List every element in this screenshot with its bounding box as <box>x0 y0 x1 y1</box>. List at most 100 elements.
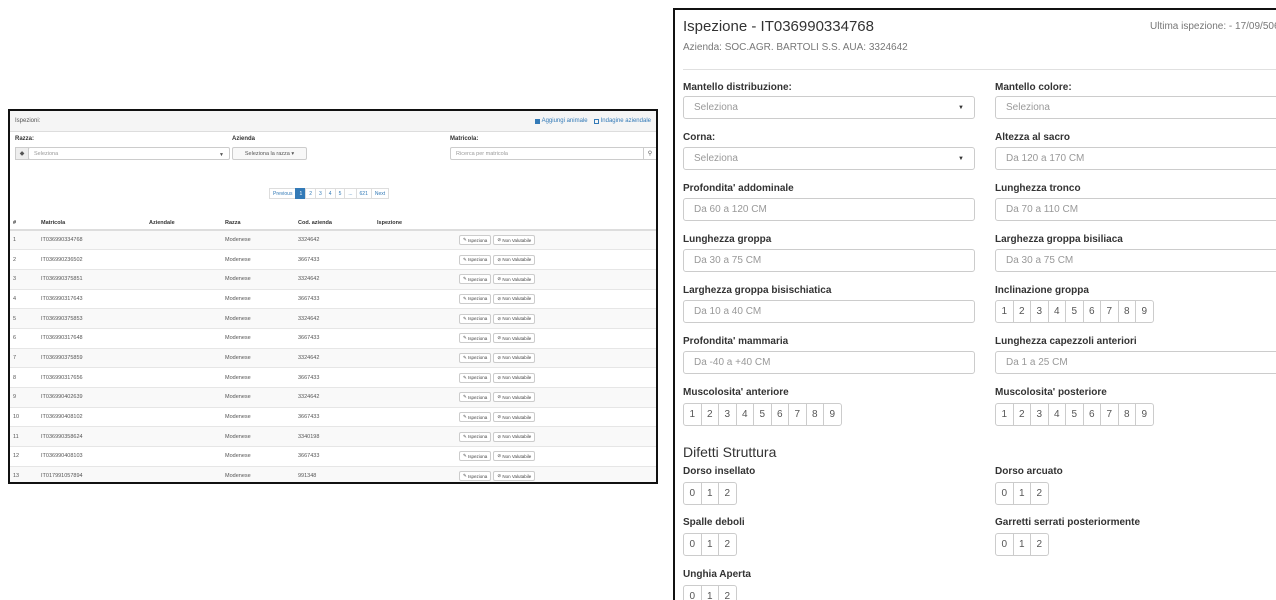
muscolosita-posteriore-option[interactable]: 2 <box>1012 403 1031 426</box>
pager-next[interactable]: Next <box>370 188 390 199</box>
muscolosita-posteriore-option[interactable]: 9 <box>1135 403 1154 426</box>
inspect-button[interactable]: ✎ Ispeziona <box>459 431 492 442</box>
altezza-sacro-input[interactable]: Da 120 a 170 CM <box>995 147 1276 170</box>
muscolosita-anteriore-option[interactable]: 1 <box>683 403 702 426</box>
inspect-button[interactable]: ✎ Ispeziona <box>459 235 492 246</box>
farm-survey-link[interactable]: Indagine aziendale <box>593 118 651 124</box>
profondita-addominale-input[interactable]: Da 60 a 120 CM <box>683 198 975 221</box>
inspect-button[interactable]: ✎ Ispeziona <box>459 293 492 304</box>
inspect-button[interactable]: ✎ Ispeziona <box>459 352 492 363</box>
search-icon[interactable]: ⚲ <box>643 147 656 160</box>
cell-aziendale <box>146 347 222 368</box>
not-valid-button[interactable]: ⊘ Non Valutabile <box>493 451 536 462</box>
muscolosita-anteriore-option[interactable]: 6 <box>770 403 789 426</box>
not-valid-button[interactable]: ⊘ Non Valutabile <box>493 274 536 285</box>
muscolosita-posteriore-option[interactable]: 4 <box>1047 403 1066 426</box>
muscolosita-anteriore-option[interactable]: 2 <box>700 403 719 426</box>
inspect-button[interactable]: ✎ Ispeziona <box>459 254 492 265</box>
col-header: Ispezione <box>374 217 456 231</box>
inclinazione-groppa-option[interactable]: 7 <box>1100 300 1119 323</box>
muscolosita-posteriore-option[interactable]: 3 <box>1030 403 1049 426</box>
muscolosita-anteriore-option[interactable]: 8 <box>805 403 824 426</box>
not-valid-button[interactable]: ⊘ Non Valutabile <box>493 235 536 246</box>
not-valid-button[interactable]: ⊘ Non Valutabile <box>493 293 536 304</box>
dorso-insellato-option[interactable]: 2 <box>718 482 737 505</box>
garretti-option[interactable]: 2 <box>1030 533 1049 556</box>
muscolosita-anteriore-option[interactable]: 4 <box>735 403 754 426</box>
dorso-arcuato-option[interactable]: 1 <box>1012 482 1031 505</box>
larghezza-groppa-bisischiatica-input[interactable]: Da 10 a 40 CM <box>683 300 975 323</box>
muscolosita-anteriore-option[interactable]: 5 <box>753 403 772 426</box>
unghia-aperta-option[interactable]: 2 <box>718 585 737 600</box>
azienda-select[interactable]: Seleziona la razza ▾ <box>232 147 307 160</box>
inspect-button[interactable]: ✎ Ispeziona <box>459 392 492 403</box>
inspect-button[interactable]: ✎ Ispeziona <box>459 412 492 423</box>
cell-actions: ✎ Ispeziona ⊘ Non Valutabile <box>456 426 656 447</box>
muscolosita-posteriore-option[interactable]: 7 <box>1100 403 1119 426</box>
inspect-button[interactable]: ✎ Ispeziona <box>459 372 492 383</box>
dorso-arcuato-option[interactable]: 0 <box>995 482 1014 505</box>
muscolosita-posteriore-option[interactable]: 1 <box>995 403 1014 426</box>
profondita-mammaria-input[interactable]: Da -40 a +40 CM <box>683 351 975 374</box>
cell-aziendale <box>146 465 222 482</box>
mantello-distribuzione-select[interactable]: Seleziona ▼ <box>683 96 975 119</box>
garretti-option[interactable]: 1 <box>1012 533 1031 556</box>
not-valid-button[interactable]: ⊘ Non Valutabile <box>493 412 536 423</box>
not-valid-button[interactable]: ⊘ Non Valutabile <box>493 352 536 363</box>
inclinazione-groppa-option[interactable]: 3 <box>1030 300 1049 323</box>
muscolosita-anteriore-option[interactable]: 9 <box>823 403 842 426</box>
inclinazione-groppa-option[interactable]: 4 <box>1047 300 1066 323</box>
not-valid-button[interactable]: ⊘ Non Valutabile <box>493 431 536 442</box>
inclinazione-groppa-option[interactable]: 2 <box>1012 300 1031 323</box>
larghezza-groppa-bisiliaca-input[interactable]: Da 30 a 75 CM <box>995 249 1276 272</box>
dorso-arcuato-option[interactable]: 2 <box>1030 482 1049 505</box>
inspect-button[interactable]: ✎ Ispeziona <box>459 451 492 462</box>
add-animal-link[interactable]: Aggiungi animale <box>534 118 588 124</box>
cell-cod: 3324642 <box>295 387 374 408</box>
dorso-insellato-option[interactable]: 1 <box>700 482 719 505</box>
dorso-insellato-option[interactable]: 0 <box>683 482 702 505</box>
not-valid-button[interactable]: ⊘ Non Valutabile <box>493 254 536 265</box>
lunghezza-capezzoli-input[interactable]: Da 1 a 25 CM <box>995 351 1276 374</box>
inclinazione-groppa-option[interactable]: 8 <box>1117 300 1136 323</box>
not-valid-button[interactable]: ⊘ Non Valutabile <box>493 333 536 344</box>
mantello-colore-select[interactable]: Seleziona <box>995 96 1276 119</box>
muscolosita-posteriore-option[interactable]: 8 <box>1117 403 1136 426</box>
lunghezza-groppa-input[interactable]: Da 30 a 75 CM <box>683 249 975 272</box>
inspect-button[interactable]: ✎ Ispeziona <box>459 313 492 324</box>
pager-previous[interactable]: Previous <box>269 188 297 199</box>
spalle-deboli-option[interactable]: 2 <box>718 533 737 556</box>
unghia-aperta-option[interactable]: 1 <box>700 585 719 600</box>
lunghezza-tronco-input[interactable]: Da 70 a 110 CM <box>995 198 1276 221</box>
muscolosita-posteriore-option[interactable]: 5 <box>1065 403 1084 426</box>
matricola-search-input[interactable]: Ricerca per matricola <box>450 147 645 160</box>
pager-page[interactable]: 621 <box>355 188 372 199</box>
muscolosita-anteriore-scale: 123456789 <box>683 403 842 426</box>
not-valid-button[interactable]: ⊘ Non Valutabile <box>493 392 536 403</box>
corna-select[interactable]: Seleziona ▼ <box>683 147 975 170</box>
muscolosita-anteriore-option[interactable]: 7 <box>788 403 807 426</box>
inclinazione-groppa-option[interactable]: 5 <box>1065 300 1084 323</box>
inspect-button[interactable]: ✎ Ispeziona <box>459 333 492 344</box>
inspect-button[interactable]: ✎ Ispeziona <box>459 274 492 285</box>
spalle-deboli-option[interactable]: 0 <box>683 533 702 556</box>
not-valid-button[interactable]: ⊘ Non Valutabile <box>493 372 536 383</box>
spalle-deboli-option[interactable]: 1 <box>700 533 719 556</box>
last-inspection-date: Ultima ispezione: - 17/09/506 <box>1150 21 1276 32</box>
cell-matricola: IT036990408103 <box>38 446 146 467</box>
table-row: 13 IT017991057894 Modenese 991348 ✎ Ispezion… <box>10 465 656 482</box>
razza-select[interactable]: Seleziona ▼ <box>28 147 230 160</box>
inclinazione-groppa-option[interactable]: 6 <box>1082 300 1101 323</box>
unghia-aperta-option[interactable]: 0 <box>683 585 702 600</box>
garretti-option[interactable]: 0 <box>995 533 1014 556</box>
not-valid-button[interactable]: ⊘ Non Valutabile <box>493 313 536 324</box>
not-valid-button[interactable]: ⊘ Non Valutabile <box>493 471 536 482</box>
col-header: # <box>10 217 38 231</box>
inspect-button[interactable]: ✎ Ispeziona <box>459 471 492 482</box>
muscolosita-posteriore-option[interactable]: 6 <box>1082 403 1101 426</box>
inclinazione-groppa-option[interactable]: 1 <box>995 300 1014 323</box>
inclinazione-groppa-option[interactable]: 9 <box>1135 300 1154 323</box>
cell-cod: 3667433 <box>295 327 374 349</box>
cell-ispezione <box>374 367 456 388</box>
muscolosita-anteriore-option[interactable]: 3 <box>718 403 737 426</box>
